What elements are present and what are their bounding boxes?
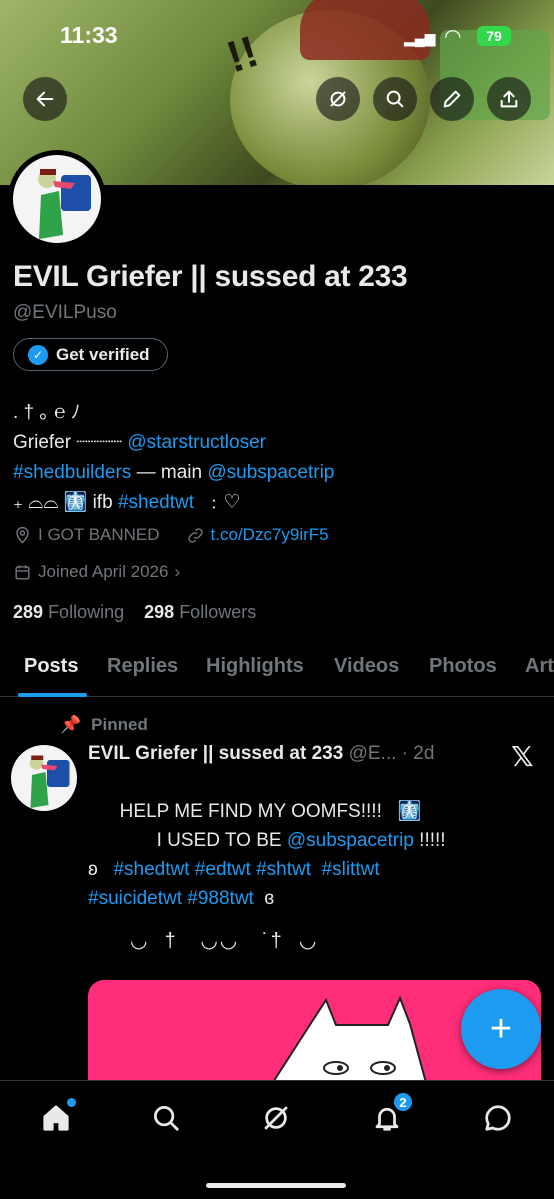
post-text: HELP ME FIND MY OOMFS!!!! 🩻 I USED TO BE… xyxy=(88,797,528,913)
post-hashtags[interactable]: #shedtwt #edtwt #shtwt #slittwt xyxy=(113,859,379,880)
pinned-label-row: 📌 Pinned xyxy=(60,715,148,735)
pin-icon: 📌 xyxy=(60,715,82,734)
post-header: EVIL Griefer || sussed at 233 @E... · 2d xyxy=(88,743,434,765)
post-hashtags[interactable]: #suicidetwt #988twt xyxy=(88,888,254,909)
profile-tabs: Posts Replies Highlights Videos Photos A… xyxy=(0,645,554,697)
bottom-navigation: 2 xyxy=(0,1080,554,1199)
followers-label: Followers xyxy=(179,602,257,622)
x-logo-icon: 𝕏 xyxy=(511,741,534,772)
get-verified-button[interactable]: ✓ Get verified xyxy=(13,338,168,371)
bio-line-1: . † ｡ ℮ ﾉ xyxy=(13,402,81,423)
profile-joined: Joined April 2026 xyxy=(38,562,169,581)
tab-replies[interactable]: Replies xyxy=(107,655,178,678)
profile-website-link[interactable]: t.co/Dzc7y9irF5 xyxy=(211,525,329,545)
status-time: 11:33 xyxy=(60,22,118,48)
grok-icon xyxy=(264,1106,288,1130)
profile-avatar[interactable] xyxy=(8,150,106,248)
notifications-count-badge: 2 xyxy=(393,1092,413,1112)
bio-text: — main xyxy=(131,462,208,483)
search-icon xyxy=(154,1106,179,1131)
tab-posts[interactable]: Posts xyxy=(24,655,78,678)
get-verified-label: Get verified xyxy=(56,344,150,364)
back-button[interactable] xyxy=(23,77,67,121)
profile-location: I GOT BANNED xyxy=(38,525,160,544)
profile-joined-row[interactable]: Joined April 2026 › xyxy=(13,562,180,582)
search-icon xyxy=(386,90,404,108)
following-label: Following xyxy=(48,602,125,622)
nav-search[interactable] xyxy=(146,1098,186,1138)
calendar-icon xyxy=(15,564,30,580)
share-icon xyxy=(500,90,518,108)
wifi-icon: ◠ xyxy=(444,26,462,48)
profile-bio: . † ｡ ℮ ﾉ Griefer ┈┈┈┈ @starstructloser … xyxy=(13,398,543,518)
compose-post-button[interactable]: + xyxy=(461,989,541,1069)
tab-videos[interactable]: Videos xyxy=(334,655,399,678)
followers-count: 298 xyxy=(144,602,175,622)
chat-bubble-icon xyxy=(485,1105,511,1131)
bio-text: Griefer ┈┈┈┈ xyxy=(13,432,128,453)
tab-photos[interactable]: Photos xyxy=(429,655,497,678)
bio-hashtag-shedtwt[interactable]: #shedtwt xyxy=(118,492,194,513)
edit-button[interactable] xyxy=(430,77,474,121)
post-mention-subspacetrip[interactable]: @subspacetrip xyxy=(287,830,414,851)
pinned-label: Pinned xyxy=(91,715,148,734)
home-unread-dot xyxy=(67,1098,76,1107)
post-author-avatar[interactable] xyxy=(11,745,77,811)
avatar-artwork xyxy=(38,169,91,239)
bio-mention-starstructloser[interactable]: @starstructloser xyxy=(127,432,266,453)
nav-home[interactable] xyxy=(36,1098,76,1138)
active-tab-indicator xyxy=(18,693,87,697)
bio-hashtag-shedbuilders[interactable]: #shedbuilders xyxy=(13,462,131,483)
post-handle-time: @E... · 2d xyxy=(343,743,435,764)
following-count: 289 xyxy=(13,602,44,622)
tab-highlights[interactable]: Highlights xyxy=(206,655,304,678)
followers-link[interactable]: 298 Followers xyxy=(144,602,256,622)
signal-icon: ▂▄▆ xyxy=(404,30,436,46)
chevron-right-icon: › xyxy=(174,562,181,581)
profile-display-name: EVIL Griefer || sussed at 233 xyxy=(13,260,408,293)
post-line: ɞ xyxy=(253,888,275,909)
post-line: I USED TO BE xyxy=(88,830,287,851)
following-link[interactable]: 289 Following xyxy=(13,602,124,622)
share-button[interactable] xyxy=(487,77,531,121)
status-bar: 11:33 ▂▄▆ ◠ 79 xyxy=(0,22,554,52)
bio-mention-subspacetrip[interactable]: @subspacetrip xyxy=(207,462,334,483)
grok-icon xyxy=(330,91,346,107)
link-icon xyxy=(187,527,203,543)
location-pin-icon xyxy=(16,526,29,544)
tab-art[interactable]: Art xyxy=(525,655,554,678)
plus-icon: + xyxy=(489,1008,513,1050)
post-decoration: ◡ † ◡◡ ˙† ◡ xyxy=(130,930,319,952)
grok-button[interactable] xyxy=(316,77,360,121)
post-line: ʚ xyxy=(88,859,114,880)
battery-indicator: 79 xyxy=(477,26,511,46)
follow-stats: 289 Following 298 Followers xyxy=(13,602,256,623)
bio-text: ₊ ⌓⌓ 🩻 ifb xyxy=(13,492,118,513)
search-button[interactable] xyxy=(373,77,417,121)
profile-meta-row: I GOT BANNED t.co/Dzc7y9irF5 xyxy=(13,525,329,545)
post-author-name[interactable]: EVIL Griefer || sussed at 233 xyxy=(88,743,343,764)
home-indicator[interactable] xyxy=(206,1183,346,1188)
nav-notifications[interactable]: 2 xyxy=(367,1092,413,1138)
nav-messages[interactable] xyxy=(478,1098,518,1138)
post-line: !!!!! xyxy=(413,830,446,851)
verified-badge-icon: ✓ xyxy=(28,344,48,365)
profile-handle: @EVILPuso xyxy=(13,302,117,323)
bio-text: ﹕♡ xyxy=(193,492,241,513)
pencil-icon xyxy=(443,90,461,108)
home-icon xyxy=(43,1105,69,1131)
post-line: HELP ME FIND MY OOMFS!!!! 🩻 xyxy=(88,801,422,822)
avatar-artwork xyxy=(29,755,70,808)
arrow-left-icon xyxy=(36,91,54,107)
nav-grok[interactable] xyxy=(256,1098,296,1138)
